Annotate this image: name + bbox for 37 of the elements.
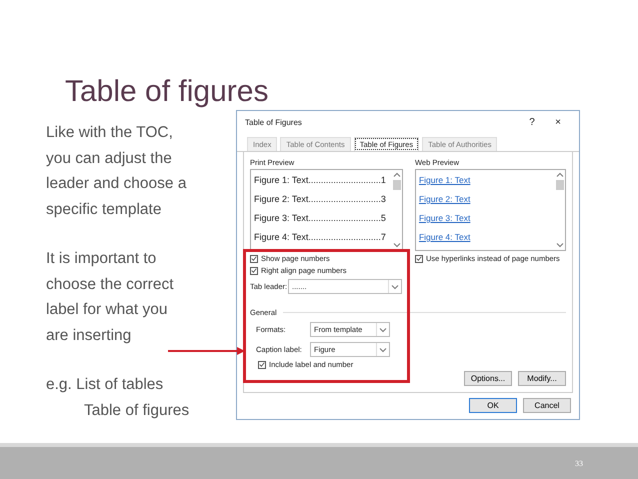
- scroll-down-icon: [556, 241, 564, 249]
- help-button[interactable]: ?: [519, 116, 545, 128]
- scrollbar[interactable]: [555, 170, 565, 250]
- chevron-down-icon: [379, 326, 387, 334]
- ok-button[interactable]: OK: [469, 398, 517, 413]
- checkbox[interactable]: [250, 254, 258, 262]
- body-text: e.g. List of tables Table of figures: [46, 375, 190, 420]
- preview-link[interactable]: Figure 3: Text: [418, 209, 552, 228]
- preview-link[interactable]: Figure 4: Text: [418, 228, 552, 247]
- dialog-title: Table of Figures: [245, 118, 303, 126]
- preview-link[interactable]: Figure 2: Text: [418, 190, 552, 209]
- slide-title: Table of figures: [65, 74, 268, 110]
- chevron-down-icon: [391, 282, 399, 290]
- preview-entry: Figure 2: Text.............................3: [254, 193, 387, 206]
- check-icon: [416, 255, 422, 262]
- chevron-down-icon: [379, 346, 387, 354]
- scrollbar-thumb[interactable]: [556, 180, 564, 190]
- dialog-button[interactable]: Options...: [464, 371, 512, 386]
- scrollbar-thumb[interactable]: [392, 180, 401, 190]
- checkbox[interactable]: [258, 360, 266, 368]
- preview-link[interactable]: Figure 1: Text: [418, 171, 552, 190]
- preview-entry: Figure 1: Text.............................1: [254, 174, 387, 187]
- body-text: Like with the TOC, you can adjust the leader and choose a specific template: [46, 123, 186, 220]
- checkbox[interactable]: [250, 266, 258, 274]
- scroll-up-icon: [556, 171, 564, 179]
- scroll-down-icon: [392, 241, 401, 249]
- cancel-button[interactable]: Cancel: [523, 398, 571, 413]
- close-button[interactable]: ×: [545, 116, 571, 128]
- scroll-up-icon: [392, 171, 401, 179]
- dialog-button[interactable]: Modify...: [518, 371, 566, 386]
- preview-entry: Figure 4: Text.............................7: [254, 231, 387, 244]
- body-text: It is important to choose the correct label for what you are inserting: [46, 249, 174, 346]
- page-number: 33: [575, 458, 583, 468]
- scrollbar[interactable]: [392, 170, 402, 250]
- check-icon: [259, 361, 265, 368]
- checkbox[interactable]: [414, 254, 423, 262]
- preview-entry: Figure 3: Text.............................5: [254, 212, 387, 225]
